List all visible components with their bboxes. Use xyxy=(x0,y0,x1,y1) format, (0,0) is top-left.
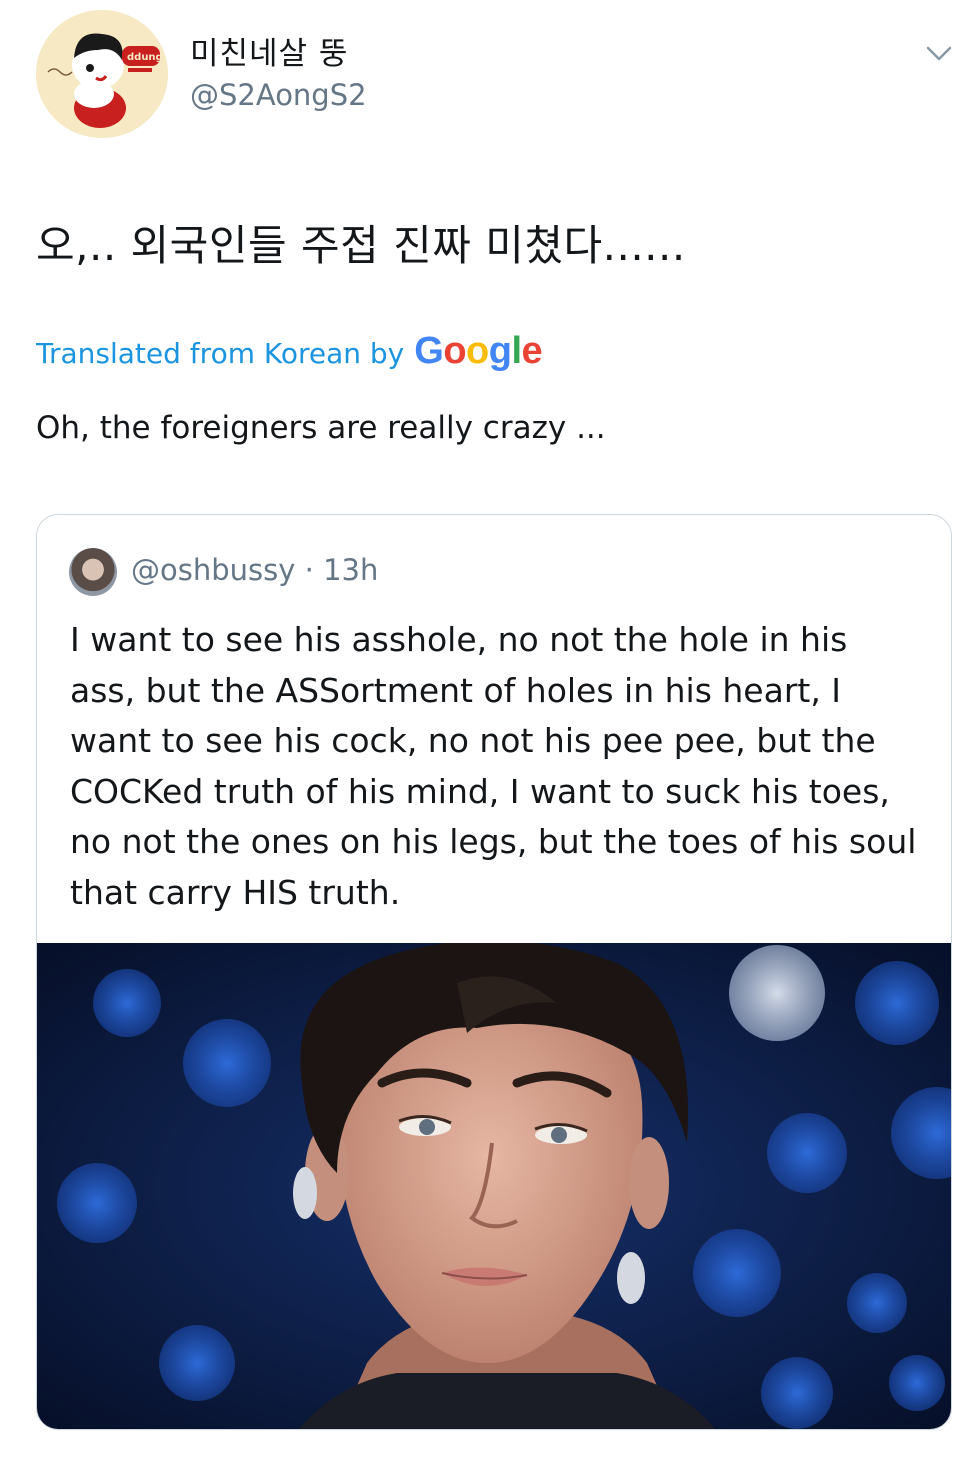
svg-text:ddung: ddung xyxy=(127,52,163,63)
meta-separator: · xyxy=(295,553,324,587)
translated-text: Oh, the foreigners are really crazy ... xyxy=(36,410,606,446)
chevron-down-icon[interactable] xyxy=(924,42,954,64)
person-photo-icon xyxy=(37,943,951,1429)
user-handle[interactable]: @S2AongS2 xyxy=(190,78,367,112)
translation-attribution[interactable]: Translated from Korean by Google xyxy=(36,330,543,372)
quoted-tweet-meta: @oshbussy · 13h xyxy=(131,553,378,587)
quoted-tweet-text: I want to see his asshole, no not the ho… xyxy=(70,620,917,912)
tweet-text: 오,.. 외국인들 주접 진짜 미쳤다...... xyxy=(36,221,686,270)
quoted-tweet-card[interactable]: @oshbussy · 13h I want to see his asshol… xyxy=(36,514,952,1430)
profile-avatar[interactable]: ddung xyxy=(36,10,168,138)
cartoon-baby-avatar-icon: ddung xyxy=(36,10,168,138)
google-logo: Google xyxy=(414,330,543,372)
tweet: ddung 미친네살 뚱 @S2AongS2 오,.. 외국인들 주접 진짜 미… xyxy=(0,0,977,1473)
display-name[interactable]: 미친네살 뚱 xyxy=(190,28,348,73)
quoted-tweet-time[interactable]: 13h xyxy=(323,553,378,587)
quoted-user-handle[interactable]: @oshbussy xyxy=(131,553,295,587)
translated-from-label[interactable]: Translated from Korean by xyxy=(36,337,404,370)
quoted-tweet-photo[interactable] xyxy=(37,943,951,1429)
quoted-user-avatar[interactable] xyxy=(69,548,117,596)
